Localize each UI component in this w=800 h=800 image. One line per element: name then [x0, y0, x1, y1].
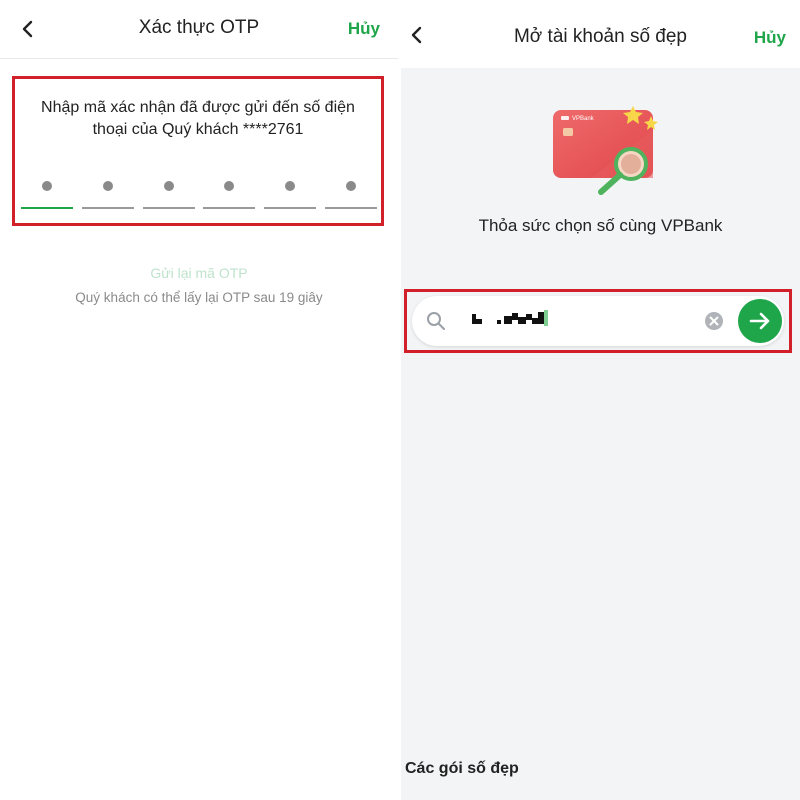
- number-search-highlight-box: [404, 289, 792, 353]
- account-header: Mở tài khoản số đẹp Hủy: [401, 0, 800, 68]
- otp-underline: [21, 207, 73, 209]
- card-illustration: VPBank: [553, 106, 658, 195]
- otp-placeholder-dot: [42, 181, 52, 191]
- packages-heading: Các gói số đẹp: [405, 760, 519, 777]
- otp-digit-input[interactable]: [81, 175, 134, 215]
- otp-placeholder-dot: [345, 181, 356, 191]
- otp-underline: [203, 207, 256, 209]
- arrow-right-icon: [749, 312, 770, 330]
- otp-placeholder-dot: [224, 181, 235, 191]
- number-search-input[interactable]: [464, 308, 554, 332]
- clear-icon[interactable]: [704, 311, 724, 331]
- search-icon: [427, 312, 445, 330]
- account-screen: Mở tài khoản số đẹp Hủy VPBank Thỏa sức …: [401, 0, 800, 800]
- otp-digit-input[interactable]: [324, 175, 377, 215]
- otp-screen: Xác thực OTP Hủy Nhập mã xác nhận đã đượ…: [0, 0, 398, 800]
- otp-highlight-box: Nhập mã xác nhận đã được gửi đến số điện…: [12, 76, 384, 226]
- card-brand-label: VPBank: [572, 116, 595, 122]
- otp-digit-input[interactable]: [142, 175, 195, 215]
- page-title: Xác thực OTP: [138, 17, 260, 38]
- number-search-bar: [412, 296, 784, 346]
- otp-underline: [142, 207, 195, 209]
- otp-underline: [264, 207, 317, 209]
- cancel-button[interactable]: Hủy: [754, 28, 786, 48]
- otp-placeholder-dot: [285, 181, 296, 191]
- cancel-button[interactable]: Hủy: [348, 19, 380, 39]
- otp-underline: [81, 207, 134, 209]
- otp-message: Nhập mã xác nhận đã được gửi đến số điện…: [41, 99, 355, 138]
- otp-input-group: [21, 175, 377, 215]
- otp-placeholder-dot: [102, 181, 113, 191]
- search-submit-button[interactable]: [738, 299, 782, 343]
- resend-countdown-note: Quý khách có thể lấy lại OTP sau 19 giây: [75, 290, 323, 305]
- otp-placeholder-dot: [163, 181, 174, 191]
- otp-header: Xác thực OTP Hủy: [0, 0, 398, 59]
- page-title: Mở tài khoản số đẹp: [513, 26, 687, 47]
- otp-underline: [324, 207, 377, 209]
- otp-digit-input[interactable]: [203, 175, 256, 215]
- otp-digit-input[interactable]: [264, 175, 317, 215]
- promo-text: Thỏa sức chọn số cùng VPBank: [478, 216, 723, 235]
- otp-digit-input[interactable]: [21, 175, 73, 215]
- resend-otp-link[interactable]: Gửi lại mã OTP: [0, 265, 398, 281]
